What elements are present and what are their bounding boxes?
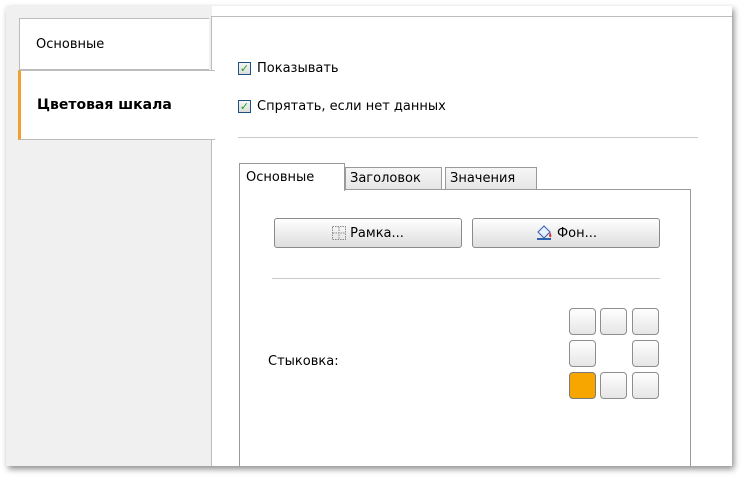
background-button[interactable]: Фон...	[472, 218, 660, 248]
dock-bottom-left[interactable]	[569, 372, 596, 399]
left-tab-strip: Основные Цветовая шкала	[6, 6, 215, 466]
dock-bottom-center[interactable]	[600, 372, 627, 399]
dock-top-left[interactable]	[569, 308, 596, 335]
dock-middle-left[interactable]	[569, 340, 596, 367]
dock-bottom-right[interactable]	[632, 372, 659, 399]
frame-button-label: Рамка...	[350, 225, 404, 241]
dock-top-right[interactable]	[632, 308, 659, 335]
frame-icon	[332, 226, 347, 240]
divider	[272, 278, 660, 279]
color-scale-panel: ✓ Показывать ✓ Спрятать, если нет данных…	[211, 16, 732, 466]
show-checkbox-label[interactable]: Показывать	[257, 61, 339, 76]
frame-button[interactable]: Рамка...	[274, 218, 462, 248]
paint-bucket-icon	[535, 225, 553, 241]
hide-no-data-checkbox-row[interactable]: ✓ Спрятать, если нет данных	[238, 99, 446, 114]
hide-no-data-checkbox[interactable]: ✓	[238, 100, 251, 113]
inner-tab-panel: Рамка... Фон... Стыковка:	[239, 189, 691, 466]
show-checkbox-row[interactable]: ✓ Показывать	[238, 61, 339, 76]
show-checkbox[interactable]: ✓	[238, 62, 251, 75]
tab-values[interactable]: Значения	[445, 167, 537, 189]
docking-position-grid	[569, 308, 663, 402]
left-tab-general[interactable]: Основные	[19, 18, 209, 70]
dialog-window: Основные Цветовая шкала ✓ Показывать ✓ С…	[6, 6, 732, 466]
background-button-label: Фон...	[556, 225, 598, 241]
tab-title[interactable]: Заголовок	[345, 167, 442, 189]
dock-middle-right[interactable]	[632, 340, 659, 367]
left-tab-color-scale[interactable]: Цветовая шкала	[18, 70, 215, 140]
docking-label: Стыковка:	[268, 354, 339, 369]
tab-general[interactable]: Основные	[239, 163, 345, 191]
hide-no-data-checkbox-label[interactable]: Спрятать, если нет данных	[257, 99, 446, 114]
dock-top-center[interactable]	[600, 308, 627, 335]
divider	[238, 137, 698, 138]
